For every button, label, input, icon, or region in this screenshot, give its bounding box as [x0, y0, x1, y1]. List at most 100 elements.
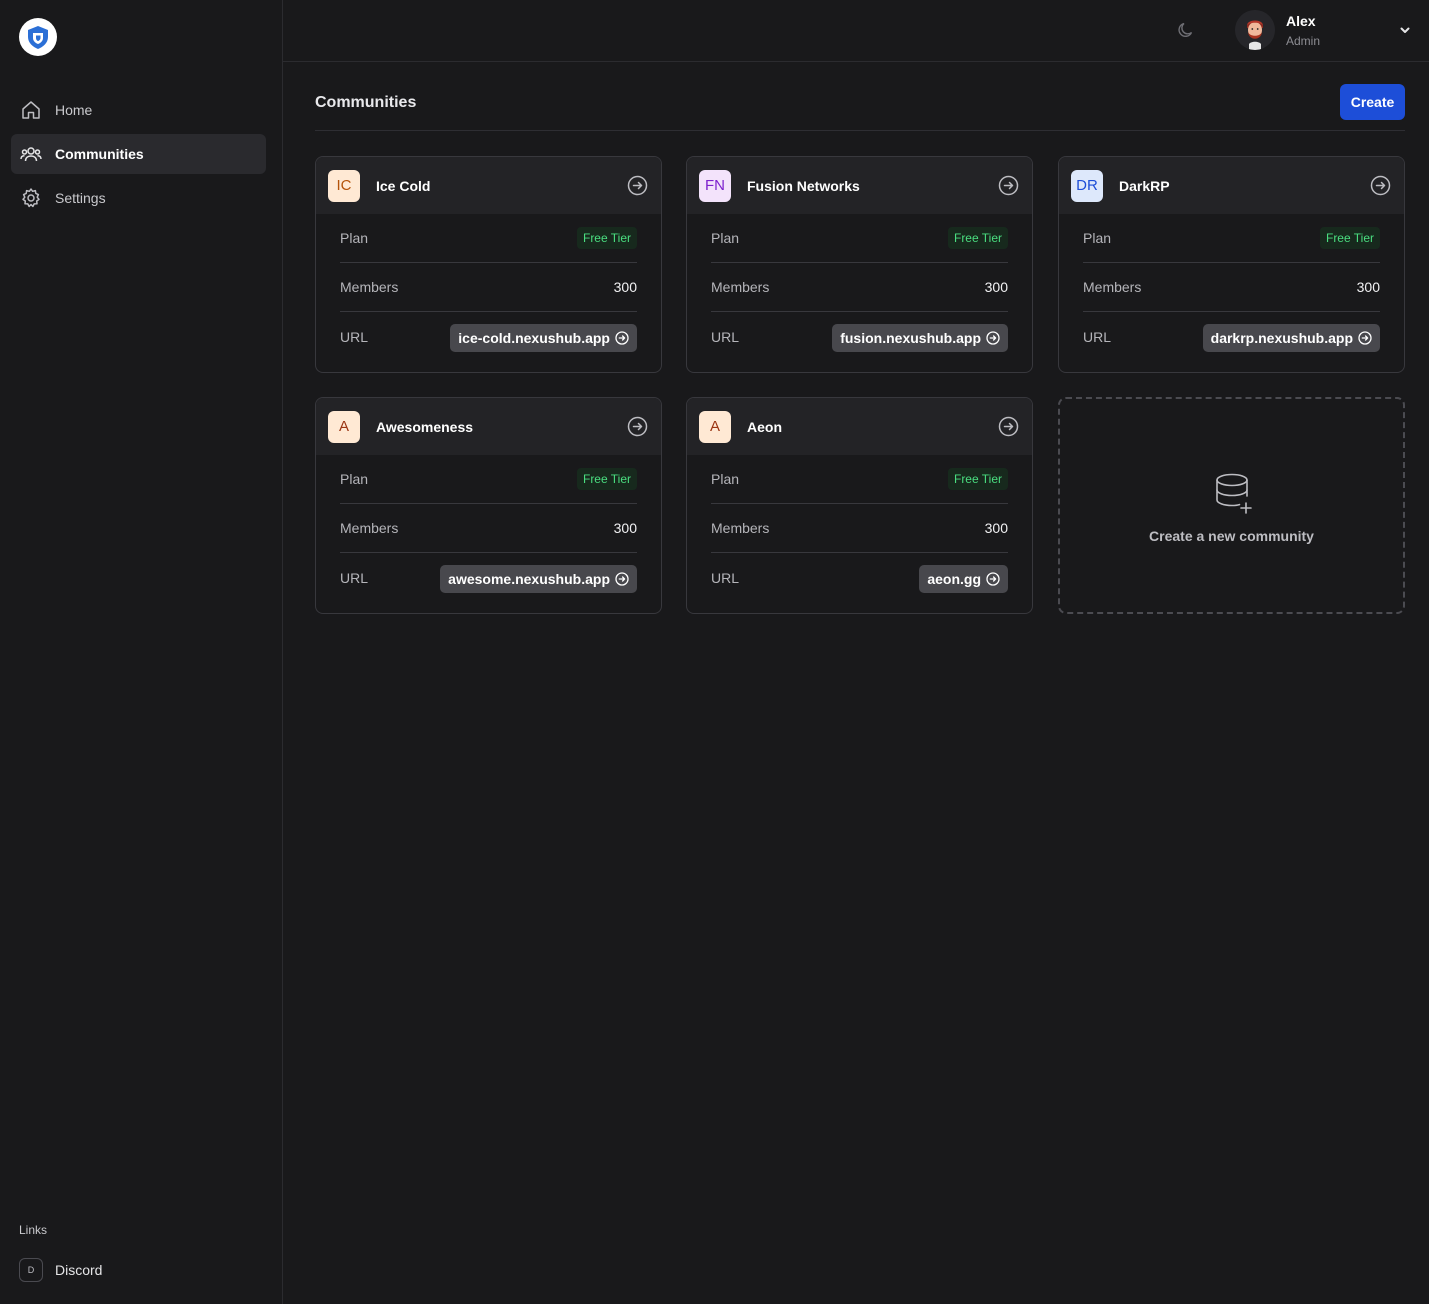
user-menu[interactable]: Alex Admin: [1235, 10, 1429, 52]
plan-row: Plan Free Tier: [340, 455, 637, 504]
arrow-right-circle-icon[interactable]: [998, 175, 1019, 196]
plan-label: Plan: [340, 230, 369, 246]
community-card: A Awesomeness Plan Free Tier Members 300…: [315, 397, 662, 614]
discord-label: Discord: [55, 1262, 103, 1278]
community-card: IC Ice Cold Plan Free Tier Members 300 U…: [315, 156, 662, 373]
arrow-right-circle-icon: [1358, 330, 1372, 345]
shield-logo-icon: [28, 26, 48, 49]
community-url-link[interactable]: darkrp.nexushub.app: [1202, 323, 1380, 352]
url-row: URL aeon.gg: [711, 553, 1008, 602]
sidebar-item-label: Home: [55, 102, 93, 118]
members-label: Members: [1083, 279, 1142, 295]
arrow-right-circle-icon: [986, 571, 1000, 586]
user-name: Alex: [1286, 13, 1316, 29]
discord-link[interactable]: D Discord: [19, 1258, 102, 1282]
community-name: Aeon: [747, 418, 782, 435]
app-logo[interactable]: [19, 18, 57, 56]
members-row: Members 300: [340, 504, 637, 553]
create-community-card[interactable]: Create a new community: [1058, 397, 1405, 614]
url-text: fusion.nexushub.app: [840, 329, 981, 346]
members-label: Members: [711, 279, 770, 295]
plan-badge: Free Tier: [1319, 227, 1380, 249]
avatar: [1235, 10, 1275, 50]
plan-row: Plan Free Tier: [711, 455, 1008, 504]
community-name: DarkRP: [1119, 177, 1170, 194]
chevron-down-icon[interactable]: [1398, 23, 1412, 37]
arrow-right-circle-icon[interactable]: [998, 416, 1019, 437]
members-count: 300: [613, 279, 637, 295]
plan-badge: Free Tier: [576, 227, 637, 249]
members-row: Members 300: [1083, 263, 1380, 312]
card-header[interactable]: FN Fusion Networks: [687, 157, 1032, 214]
community-name: Awesomeness: [376, 418, 474, 435]
sidebar-item-home[interactable]: Home: [11, 90, 266, 130]
members-count: 300: [984, 520, 1008, 536]
card-header[interactable]: DR DarkRP: [1059, 157, 1404, 214]
arrow-right-circle-icon[interactable]: [627, 175, 648, 196]
card-header[interactable]: A Aeon: [687, 398, 1032, 455]
topbar: Alex Admin: [283, 0, 1429, 62]
app-root: Home Communities Settings Links D Discor…: [0, 0, 1429, 1304]
create-button[interactable]: Create: [1340, 84, 1405, 120]
home-icon: [20, 99, 42, 121]
members-label: Members: [340, 520, 399, 536]
members-row: Members 300: [711, 263, 1008, 312]
url-label: URL: [340, 569, 369, 586]
members-row: Members 300: [340, 263, 637, 312]
page-title: Communities: [315, 94, 417, 111]
plan-label: Plan: [711, 471, 740, 487]
community-url-link[interactable]: fusion.nexushub.app: [832, 323, 1008, 352]
members-label: Members: [340, 279, 399, 295]
theme-toggle-moon-icon[interactable]: [1176, 20, 1196, 40]
sidebar: Home Communities Settings Links D Discor…: [0, 0, 283, 1304]
plan-badge: Free Tier: [947, 468, 1008, 490]
card-header[interactable]: IC Ice Cold: [316, 157, 661, 214]
community-initials: DR: [1071, 169, 1103, 202]
discord-badge: D: [19, 1258, 43, 1282]
url-text: darkrp.nexushub.app: [1210, 329, 1353, 346]
arrow-right-circle-icon: [615, 571, 629, 586]
arrow-right-circle-icon[interactable]: [1370, 175, 1391, 196]
community-url-link[interactable]: awesome.nexushub.app: [440, 564, 637, 593]
community-initials: A: [699, 410, 731, 443]
community-name: Ice Cold: [376, 177, 431, 194]
url-label: URL: [711, 569, 740, 586]
community-initials: A: [328, 410, 360, 443]
sidebar-item-label: Settings: [55, 190, 106, 206]
arrow-right-circle-icon: [615, 330, 629, 345]
community-name: Fusion Networks: [747, 177, 860, 194]
community-url-link[interactable]: ice-cold.nexushub.app: [450, 323, 637, 352]
url-text: awesome.nexushub.app: [448, 570, 610, 587]
members-count: 300: [984, 279, 1008, 295]
members-count: 300: [1356, 279, 1380, 295]
url-row: URL fusion.nexushub.app: [711, 312, 1008, 361]
gear-icon: [20, 187, 42, 209]
url-row: URL darkrp.nexushub.app: [1083, 312, 1380, 361]
plan-label: Plan: [340, 471, 369, 487]
plan-row: Plan Free Tier: [1083, 214, 1380, 263]
users-icon: [20, 143, 42, 165]
plan-label: Plan: [1083, 230, 1112, 246]
members-label: Members: [711, 520, 770, 536]
arrow-right-circle-icon[interactable]: [627, 416, 648, 437]
sidebar-item-communities[interactable]: Communities: [11, 134, 266, 174]
plan-badge: Free Tier: [576, 468, 637, 490]
community-card: A Aeon Plan Free Tier Members 300 URL ae…: [686, 397, 1033, 614]
database-plus-icon: [1213, 472, 1257, 516]
arrow-right-circle-icon: [986, 330, 1000, 345]
url-label: URL: [1083, 328, 1112, 345]
community-url-link[interactable]: aeon.gg: [919, 564, 1008, 593]
url-label: URL: [340, 328, 369, 345]
sidebar-item-settings[interactable]: Settings: [11, 178, 266, 218]
plan-row: Plan Free Tier: [340, 214, 637, 263]
plan-badge: Free Tier: [947, 227, 1008, 249]
url-text: aeon.gg: [927, 570, 981, 587]
card-header[interactable]: A Awesomeness: [316, 398, 661, 455]
members-count: 300: [613, 520, 637, 536]
url-text: ice-cold.nexushub.app: [458, 329, 610, 346]
community-card: FN Fusion Networks Plan Free Tier Member: [686, 156, 1033, 373]
members-row: Members 300: [711, 504, 1008, 553]
url-label: URL: [711, 328, 740, 345]
community-card: DR DarkRP Plan Free Tier Members 300 URL…: [1058, 156, 1405, 373]
plan-label: Plan: [711, 230, 740, 246]
